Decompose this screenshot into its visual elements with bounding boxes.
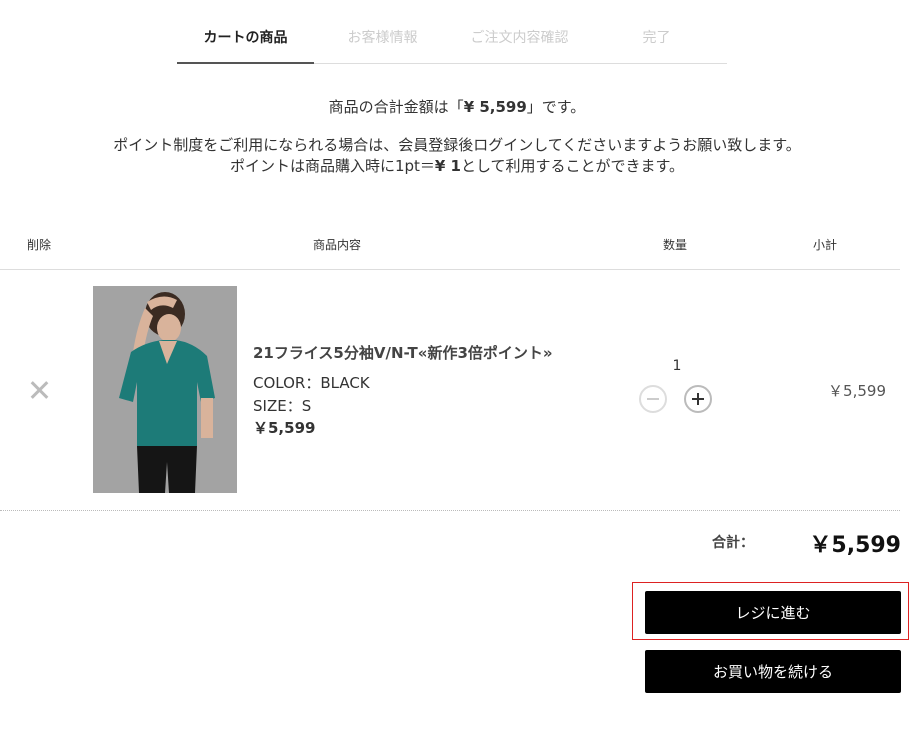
cart-item-row: 21フライス5分袖V/N-T«新作3倍ポイント» COLOR：BLACK SIZ… <box>0 270 900 511</box>
remove-item-icon[interactable] <box>27 378 51 402</box>
step-customer-info: お客様情報 <box>347 30 418 46</box>
notice-line-2-prefix: ポイントは商品購入時に1pt＝ <box>229 157 435 175</box>
summary-prefix: 商品の合計金額は「 <box>328 98 464 116</box>
header-delete: 削除 <box>27 238 52 252</box>
product-photo-icon <box>93 286 237 493</box>
notice-line-2: ポイントは商品購入時に1pt＝¥ 1として利用することができます。 <box>0 156 914 177</box>
notice-line-2-suffix: として利用することができます。 <box>461 157 685 175</box>
product-image[interactable] <box>93 286 237 493</box>
header-subtotal: 小計 <box>813 238 838 252</box>
product-price: ￥5,599 <box>253 419 316 437</box>
notice-point-rate: ¥ 1 <box>434 157 461 175</box>
header-content: 商品内容 <box>313 238 362 252</box>
item-subtotal: ￥5,599 <box>828 382 886 400</box>
notice-line-1: ポイント制度をご利用になられる場合は、会員登録後ログインしてくださいますようお願… <box>113 136 801 154</box>
summary-amount: ¥ 5,599 <box>463 98 527 116</box>
active-step-underline <box>177 62 314 64</box>
product-size: SIZE：S <box>253 397 312 415</box>
step-confirm: ご注文内容確認 <box>470 30 569 46</box>
decrease-quantity-icon[interactable] <box>639 385 667 413</box>
point-notice: ポイント制度をご利用になられる場合は、会員登録後ログインしてくださいますようお願… <box>0 135 914 177</box>
product-color: COLOR：BLACK <box>253 374 370 392</box>
continue-shopping-button[interactable]: お買い物を続ける <box>645 650 901 693</box>
total-value: ￥5,599 <box>809 533 901 558</box>
header-quantity: 数量 <box>663 238 688 252</box>
checkout-steps: カートの商品 お客様情報 ご注文内容確認 完了 <box>177 0 727 64</box>
increase-quantity-icon[interactable] <box>684 385 712 413</box>
checkout-button[interactable]: レジに進む <box>645 591 901 634</box>
cart-table-header: 削除 商品内容 数量 小計 <box>0 233 900 270</box>
quantity-value: 1 <box>672 358 682 374</box>
step-cart: カートの商品 <box>203 30 288 46</box>
total-label: 合計： <box>712 535 754 551</box>
summary-suffix: 」です。 <box>526 98 586 116</box>
step-complete: 完了 <box>642 30 671 46</box>
product-name[interactable]: 21フライス5分袖V/N-T«新作3倍ポイント» <box>253 342 553 363</box>
cart-total-summary: 商品の合計金額は「¥ 5,599」です。 <box>0 96 914 117</box>
